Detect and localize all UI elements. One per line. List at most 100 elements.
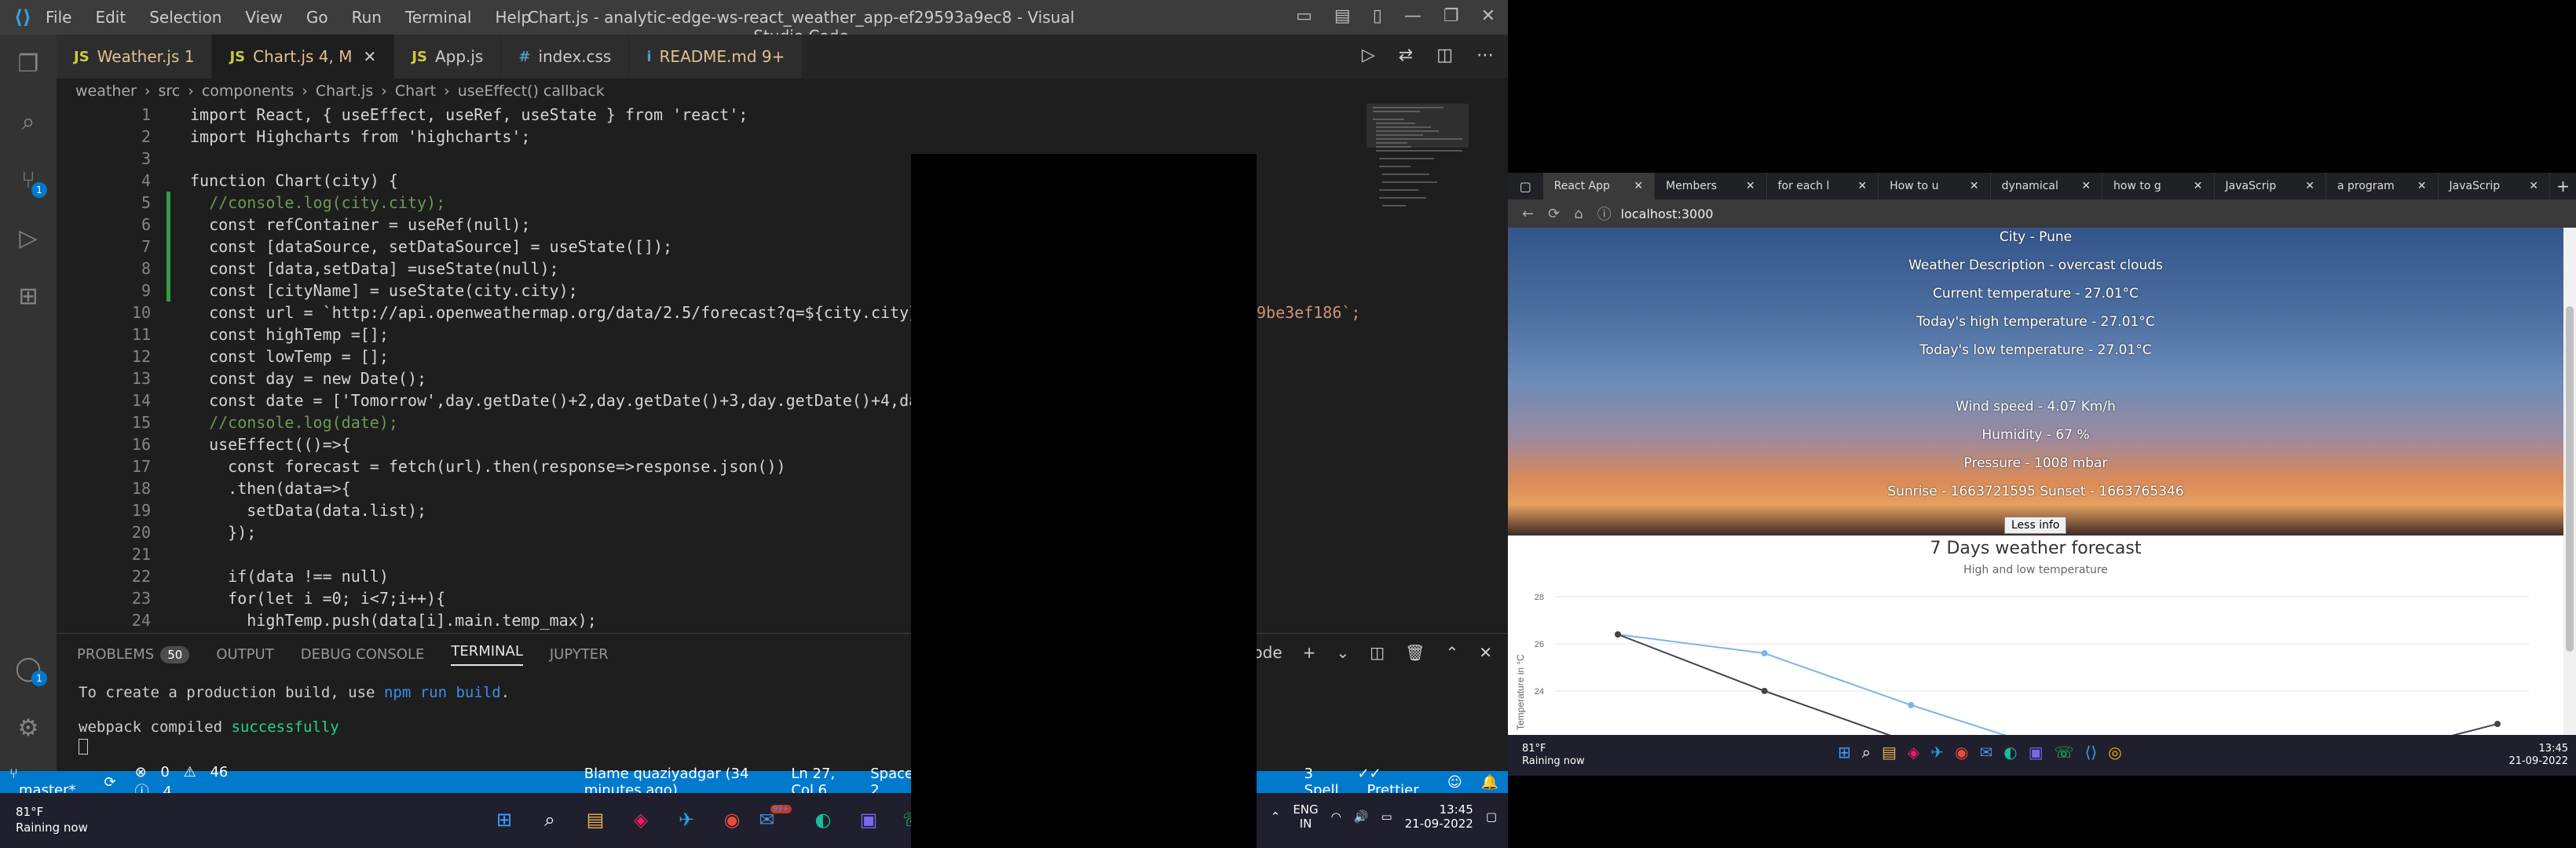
telegram-icon[interactable]: ✈ — [1930, 743, 1944, 762]
breadcrumb-item[interactable]: weather — [75, 82, 137, 100]
mail-icon[interactable]: ✉ — [1979, 743, 1992, 762]
menu-item[interactable]: File — [46, 8, 71, 27]
home-icon[interactable]: ⌂ — [1574, 206, 1583, 222]
close-panel-icon[interactable]: ✕ — [1479, 643, 1492, 662]
chrome-icon[interactable]: ◉ — [1955, 743, 1968, 762]
scrollbar-thumb[interactable] — [2566, 306, 2574, 652]
panel-tab[interactable]: JUPYTER — [550, 646, 609, 663]
app-icon[interactable]: ◈ — [1908, 743, 1919, 762]
chrome-icon[interactable]: ◉ — [715, 802, 749, 837]
editor-tab[interactable]: i README.md 9+ — [629, 35, 803, 79]
app-icon[interactable]: ◈ — [624, 802, 658, 837]
terminal-output[interactable]: To create a production build, use npm ru… — [57, 674, 1508, 761]
browser-tab[interactable]: Members ✕ — [1655, 173, 1767, 199]
clock[interactable]: 13:45 21-09-2022 — [1405, 802, 1473, 831]
browser-tab[interactable]: JavaScrip ✕ — [2215, 173, 2327, 199]
teams-icon[interactable]: ▣ — [2029, 743, 2044, 762]
run-debug-icon[interactable]: ▷ — [0, 209, 57, 267]
close-tab-icon[interactable]: ✕ — [1746, 180, 1755, 192]
breadcrumb-item[interactable]: useEffect() callback — [458, 82, 605, 100]
edge-icon[interactable]: ◐ — [806, 802, 840, 837]
explorer-icon[interactable]: ❐ — [0, 35, 57, 93]
close-tab-icon[interactable]: ✕ — [2081, 180, 2091, 192]
account-icon[interactable]: ◯ 1 — [0, 639, 57, 697]
panel-tab[interactable]: DEBUG CONSOLE — [301, 646, 425, 663]
panel-tab[interactable]: TERMINAL — [451, 643, 523, 666]
breadcrumb-item[interactable]: Chart — [395, 82, 436, 100]
menu-item[interactable]: Terminal — [405, 8, 472, 27]
refresh-icon[interactable]: ⟳ — [1548, 206, 1560, 222]
run-icon[interactable]: ▷ — [1362, 46, 1375, 65]
search-icon[interactable]: ⌕ — [532, 802, 567, 837]
restore-icon[interactable]: ❐ — [1444, 6, 1459, 26]
language-indicator[interactable]: ENG IN — [1293, 802, 1318, 831]
menu-item[interactable]: View — [245, 8, 282, 27]
new-tab-icon[interactable]: + — [2550, 177, 2576, 196]
trash-icon[interactable]: 🗑 — [1405, 643, 1425, 662]
whatsapp-icon[interactable]: ☏ — [2055, 743, 2074, 762]
source-control-icon[interactable]: ⑂ 1 — [0, 151, 57, 209]
menu-item[interactable]: Go — [306, 8, 328, 27]
close-tab-icon[interactable]: ✕ — [1857, 180, 1867, 192]
url-field[interactable]: localhost:3000 — [1621, 207, 1714, 221]
notifications-icon[interactable]: 🔔 — [1481, 774, 1498, 791]
close-tab-icon[interactable]: ✕ — [1634, 180, 1643, 192]
battery-icon[interactable]: ▭ — [1381, 810, 1392, 824]
editor-tab[interactable]: # index.css — [501, 35, 630, 79]
open-changes-icon[interactable]: ⇄ — [1399, 46, 1413, 65]
search-icon[interactable]: ⌕ — [0, 93, 57, 151]
info-icon[interactable]: ⓘ — [1597, 203, 1612, 224]
breadcrumb-item[interactable]: components — [202, 82, 294, 100]
settings-gear-icon[interactable]: ⚙ — [0, 699, 57, 757]
editor-tab[interactable]: JS Weather.js 1 — [57, 35, 213, 79]
start-icon[interactable]: ⊞ — [487, 802, 521, 837]
browser-tab[interactable]: React App ✕ — [1542, 173, 1656, 199]
chrome-dev-icon[interactable]: ◎ — [2108, 743, 2121, 762]
split-editor-icon[interactable]: ◫ — [1436, 46, 1453, 65]
back-icon[interactable]: ← — [1522, 206, 1534, 222]
more-actions-icon[interactable]: ⋯ — [1476, 46, 1494, 65]
close-tab-icon[interactable]: ✕ — [2194, 180, 2203, 192]
close-tab-icon[interactable]: ✕ — [2417, 180, 2427, 192]
editor-tab[interactable]: JS App.js — [394, 35, 502, 79]
maximize-panel-icon[interactable]: ⌃ — [1445, 643, 1458, 662]
notification-center-icon[interactable]: ▢ — [1486, 810, 1497, 824]
tab-actions-icon[interactable]: ▢ — [1508, 179, 1543, 194]
close-tab-icon[interactable]: ✕ — [2305, 180, 2314, 192]
breadcrumb-item[interactable]: src — [158, 82, 180, 100]
extensions-icon[interactable]: ⊞ — [0, 267, 57, 325]
sidebar-toggle-icon[interactable]: ▯ — [1373, 6, 1382, 26]
minimize-icon[interactable]: — — [1404, 6, 1422, 26]
taskbar-weather[interactable]: 81°F Raining now — [16, 804, 88, 835]
add-terminal-icon[interactable]: + — [1303, 643, 1316, 662]
teams-icon[interactable]: ▣ — [851, 802, 886, 837]
browser-tab[interactable]: How to u ✕ — [1879, 173, 1991, 199]
edge-icon[interactable]: ◐ — [2003, 743, 2017, 762]
less-info-button[interactable]: Less info — [2004, 517, 2067, 534]
close-tab-icon[interactable]: ✕ — [1970, 180, 1979, 192]
split-terminal-icon[interactable]: ◫ — [1370, 643, 1385, 662]
wifi-icon[interactable]: ◠ — [1331, 810, 1341, 824]
close-icon[interactable]: ✕ — [1481, 6, 1495, 26]
file-explorer-icon[interactable]: ▤ — [1882, 743, 1897, 762]
browser-tab[interactable]: dynamical ✕ — [1991, 173, 2103, 199]
start-icon[interactable]: ⊞ — [1838, 743, 1851, 762]
menu-item[interactable]: Selection — [149, 8, 221, 27]
remote-clock[interactable]: 13:45 21-09-2022 — [2508, 743, 2568, 768]
menu-item[interactable]: Edit — [95, 8, 126, 27]
page-scrollbar[interactable] — [2563, 228, 2576, 776]
layout-icon[interactable]: ▭ — [1296, 6, 1312, 26]
panel-tab[interactable]: OUTPUT — [216, 646, 273, 663]
sync-icon[interactable]: ⟳ — [104, 774, 115, 791]
chevron-down-icon[interactable]: ⌄ — [1336, 643, 1349, 662]
breadcrumb-item[interactable]: Chart.js — [316, 82, 373, 100]
minimap[interactable] — [1367, 104, 1469, 261]
browser-tab[interactable]: a program ✕ — [2326, 173, 2439, 199]
volume-icon[interactable]: 🔊 — [1354, 810, 1369, 824]
mail-icon[interactable]: ✉ 99+ — [759, 802, 795, 837]
feedback-icon[interactable]: ☺ — [1447, 774, 1462, 791]
search-icon[interactable]: ⌕ — [1862, 743, 1871, 762]
close-tab-icon[interactable]: ✕ — [364, 47, 377, 66]
panel-tab[interactable]: PROBLEMS 50 — [77, 645, 190, 663]
vscode-icon[interactable]: ⟨⟩ — [2085, 743, 2098, 762]
